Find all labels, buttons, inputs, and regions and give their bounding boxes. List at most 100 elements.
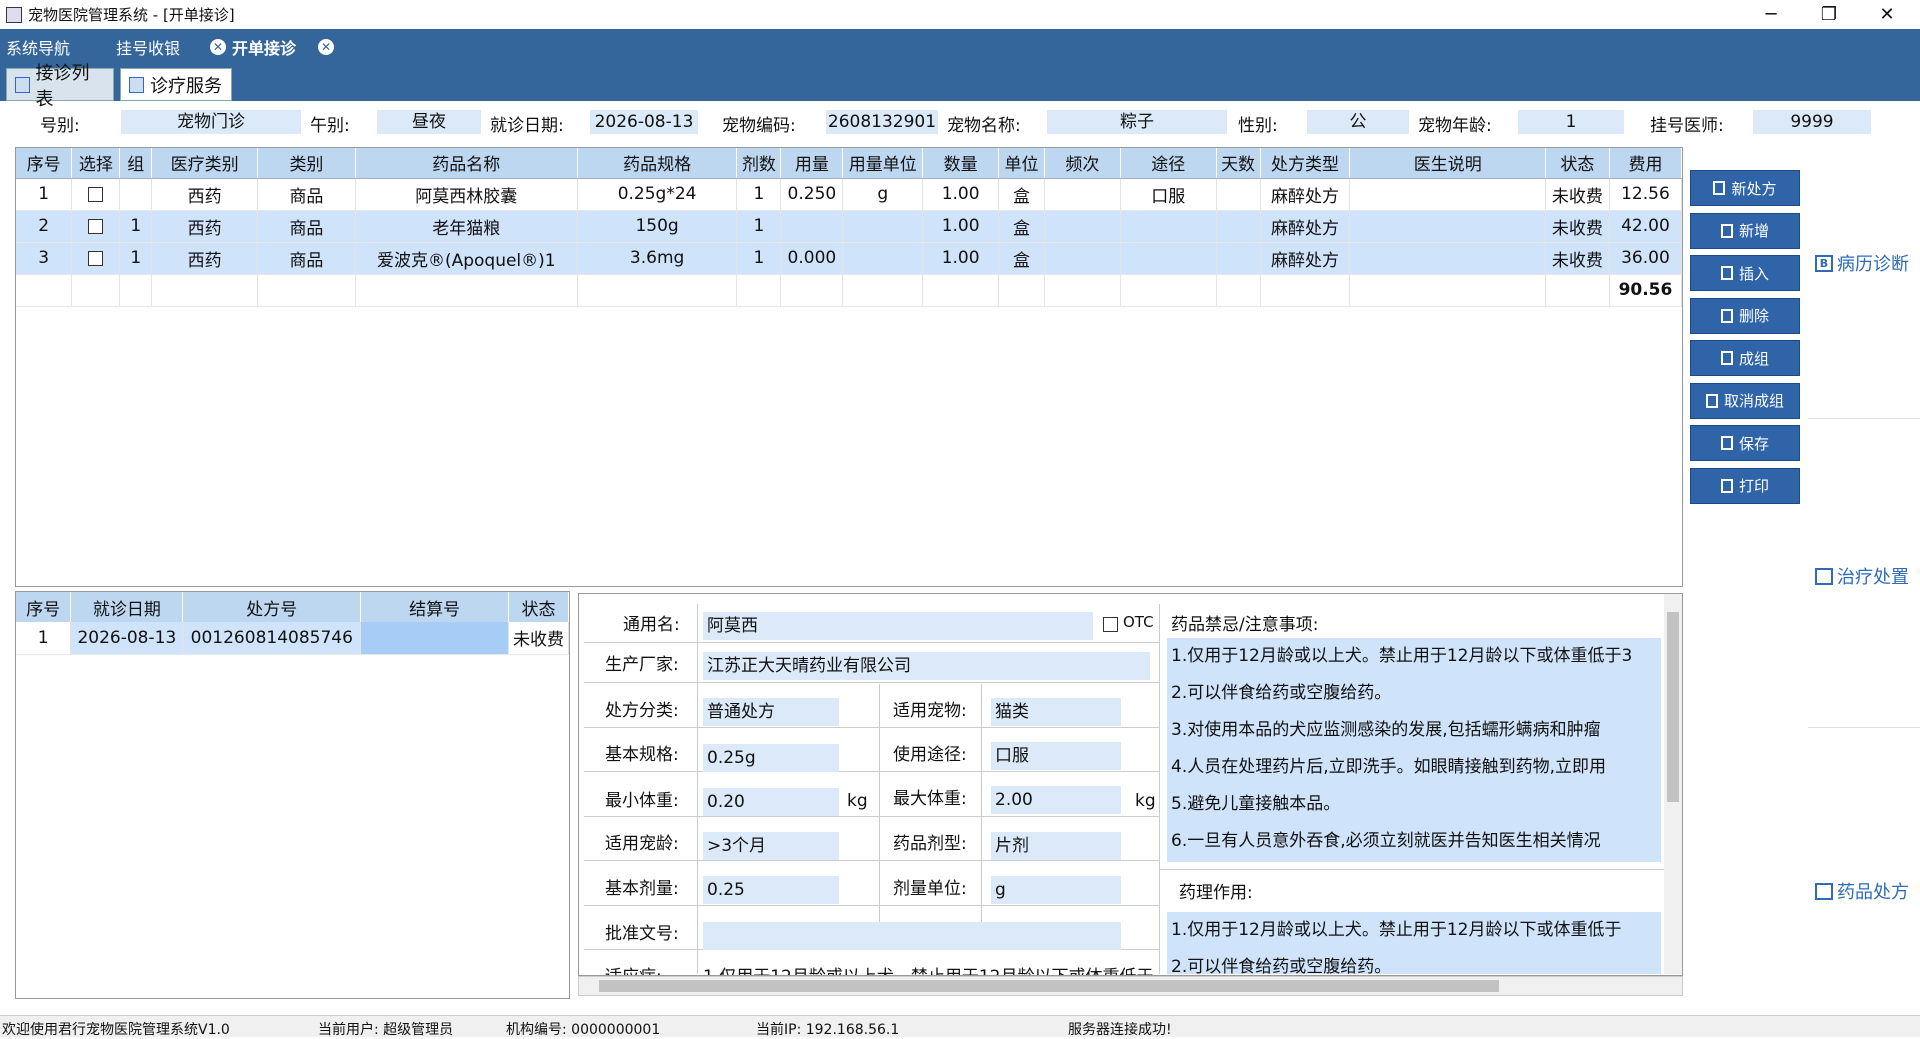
table-cell[interactable] [1349,210,1546,243]
detail-horizontal-scrollbar[interactable] [578,976,1683,996]
table-cell[interactable]: 3.6mg [577,242,738,275]
minimize-button[interactable]: ─ [1742,0,1800,29]
table-cell[interactable]: 1 [736,242,782,275]
column-header[interactable]: 处方类型 [1260,148,1351,179]
table-cell[interactable] [1349,178,1546,211]
table-cell[interactable]: 麻醉处方 [1260,178,1351,211]
column-header[interactable]: 药品名称 [355,148,578,179]
table-cell[interactable] [71,210,121,243]
column-header[interactable]: 医生说明 [1349,148,1546,179]
print-button[interactable]: 打印 [1690,467,1800,504]
minw-field[interactable]: 0.20 [703,788,839,816]
table-cell[interactable]: 2026-08-13 [70,622,184,655]
table-cell[interactable]: 商品 [257,178,356,211]
side-link-treatment[interactable]: 治疗处置 [1815,563,1909,589]
select-checkbox[interactable] [88,218,104,234]
menu-system-nav[interactable]: 系统导航 [6,35,70,59]
table-cell[interactable]: 1.00 [922,210,1000,243]
column-header[interactable]: 选择 [71,148,121,179]
spec-field[interactable]: 0.25g [703,744,839,772]
column-header[interactable]: 类别 [257,148,356,179]
tab-visit-list[interactable]: 接诊列表 [6,63,114,110]
column-header[interactable]: 用量单位 [842,148,924,179]
side-link-medical-record[interactable]: B 病历诊断 [1815,250,1909,276]
table-cell[interactable]: 阿莫西林胶囊 [355,178,578,211]
table-cell[interactable]: 0.250 [780,178,844,211]
scroll-thumb[interactable] [599,980,1499,992]
maxw-field[interactable]: 2.00 [991,786,1121,814]
table-cell[interactable]: 12.56 [1609,178,1682,211]
table-cell[interactable] [1120,210,1217,243]
table-row[interactable]: 1 2026-08-13 001260814085746 未收费 [16,622,569,655]
column-header[interactable]: 费用 [1609,148,1682,179]
table-cell[interactable]: 麻醉处方 [1260,242,1351,275]
column-header[interactable]: 序号 [16,148,73,179]
table-cell[interactable]: 未收费 [1545,210,1610,243]
table-cell[interactable]: 1 [736,210,782,243]
column-header[interactable]: 医疗类别 [151,148,259,179]
scroll-thumb[interactable] [1667,612,1679,802]
table-cell[interactable] [1349,242,1546,275]
petcode-field[interactable]: 2608132901 [826,110,938,134]
table-cell[interactable]: 001260814085746 [182,622,362,655]
menu-register[interactable]: 挂号收银 [116,35,180,59]
table-cell[interactable] [1216,210,1261,243]
column-header[interactable]: 药品规格 [577,148,738,179]
new-prescription-button[interactable]: 新处方 [1690,170,1800,206]
table-row[interactable]: 1 西药 商品 阿莫西林胶囊 0.25g*24 1 0.250 g 1.00 盒口服 麻醉处方 未收费… [16,178,1682,211]
column-header[interactable]: 频次 [1044,148,1121,179]
table-cell[interactable]: 1.00 [922,178,1000,211]
side-link-drug-prescription[interactable]: 药品处方 [1815,878,1909,904]
table-cell[interactable]: 西药 [151,178,259,211]
table-cell[interactable] [1044,210,1121,243]
table-cell[interactable]: g [842,178,924,211]
table-cell[interactable]: 西药 [151,242,259,275]
maker-field[interactable]: 江苏正大天晴药业有限公司 [703,652,1150,680]
table-cell[interactable]: 0.000 [780,242,844,275]
detail-vertical-scrollbar[interactable] [1664,594,1682,974]
group-button[interactable]: 成组 [1690,340,1800,376]
select-checkbox[interactable] [88,186,104,202]
delete-button[interactable]: 删除 [1690,297,1800,334]
restore-button[interactable]: ❐ [1800,0,1858,29]
table-cell[interactable]: 西药 [151,210,259,243]
doctor-field[interactable]: 9999 [1753,110,1871,134]
date-field[interactable]: 2026-08-13 [590,110,698,134]
column-header[interactable]: 处方号 [182,592,362,622]
table-cell[interactable]: 爱波克®(Apoquel®)1 [355,242,578,275]
route-field[interactable]: 口服 [991,742,1121,770]
column-header[interactable]: 序号 [16,592,72,622]
select-checkbox[interactable] [88,250,104,266]
close-window-button[interactable]: ✕ [1858,0,1916,29]
table-cell[interactable]: 2 [16,210,73,243]
table-cell[interactable]: 1 [16,622,72,655]
table-cell[interactable] [71,178,121,211]
table-cell[interactable] [1120,242,1217,275]
table-cell[interactable]: 1 [736,178,782,211]
tab-treatment-service[interactable]: 诊疗服务 [120,68,232,101]
table-cell[interactable] [1044,178,1121,211]
table-cell[interactable] [360,622,510,655]
table-cell[interactable]: 商品 [257,242,356,275]
table-cell[interactable]: 未收费 [508,622,569,655]
wu-field[interactable]: 昼夜 [377,110,481,134]
table-cell[interactable] [71,242,121,275]
column-header[interactable]: 组 [119,148,153,179]
ungroup-button[interactable]: 取消成组 [1690,382,1800,419]
table-cell[interactable]: 36.00 [1609,242,1682,275]
column-header[interactable]: 数量 [922,148,1000,179]
petname-field[interactable]: 粽子 [1047,110,1227,134]
table-cell[interactable] [842,210,924,243]
generic-field[interactable]: 阿莫西 [703,612,1093,640]
table-cell[interactable] [1044,242,1121,275]
table-cell[interactable] [842,242,924,275]
insert-button[interactable]: 插入 [1690,255,1800,291]
column-header[interactable]: 用量 [780,148,844,179]
table-cell[interactable]: 麻醉处方 [1260,210,1351,243]
table-cell[interactable]: 1 [119,242,153,275]
column-header[interactable]: 途径 [1120,148,1217,179]
doseunit-field[interactable]: g [991,876,1121,904]
table-cell[interactable]: 盒 [998,178,1045,211]
close-tab-icon[interactable]: ✕ [318,38,335,55]
column-header[interactable]: 状态 [1545,148,1610,179]
